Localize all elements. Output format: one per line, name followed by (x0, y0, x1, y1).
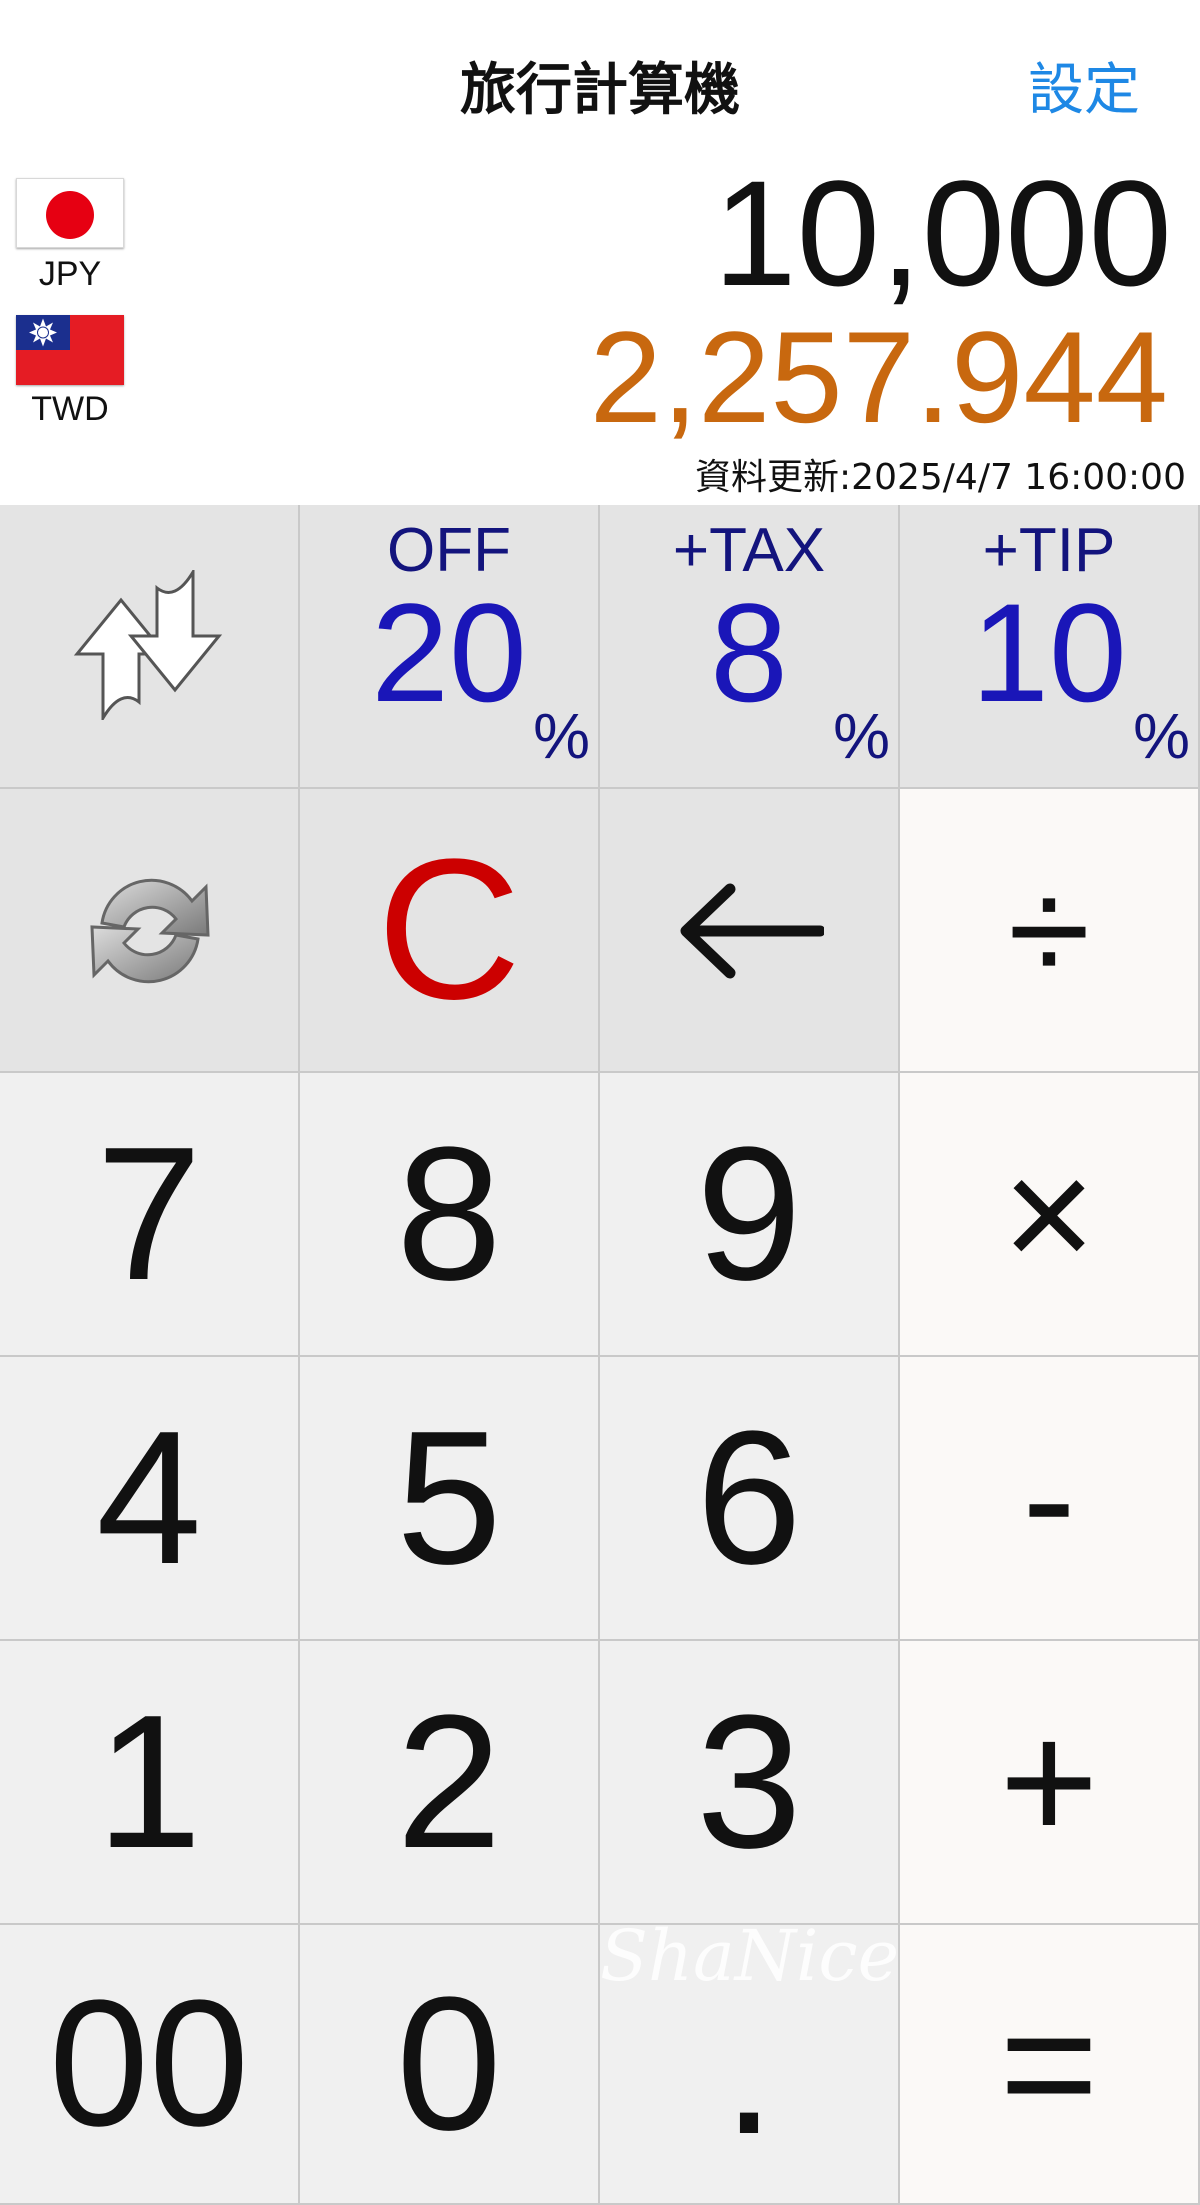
digit-label: 7 (96, 1108, 202, 1320)
clear-label: C (376, 818, 522, 1041)
plus-button[interactable]: + (900, 1641, 1200, 1925)
clear-button[interactable]: C (300, 789, 600, 1073)
percent-sign: % (533, 700, 590, 772)
digit-label: 1 (96, 1676, 202, 1888)
digit-9-button[interactable]: 9 (600, 1073, 900, 1357)
from-currency-code[interactable]: JPY (0, 255, 140, 294)
digit-8-button[interactable]: 8 (300, 1073, 600, 1357)
input-amount: 10,000 (713, 149, 1172, 317)
divide-button[interactable]: ÷ (900, 789, 1200, 1073)
digit-label: 3 (696, 1676, 802, 1888)
digit-label: 2 (396, 1676, 502, 1888)
digit-label: 0 (396, 1958, 502, 2170)
digit-label: 4 (96, 1392, 202, 1604)
double-zero-button[interactable]: 00 (0, 1925, 300, 2205)
page-title: 旅行計算機 (460, 58, 740, 123)
taiwan-flag-icon[interactable] (16, 315, 124, 385)
multiply-button[interactable]: × (900, 1073, 1200, 1357)
plus-label: + (999, 1687, 1099, 1877)
swap-currency-button[interactable] (0, 505, 300, 789)
digit-6-button[interactable]: 6 (600, 1357, 900, 1641)
double-zero-label: 00 (48, 1963, 250, 2164)
digit-5-button[interactable]: 5 (300, 1357, 600, 1641)
backspace-arrow-icon (680, 883, 824, 979)
digit-7-button[interactable]: 7 (0, 1073, 300, 1357)
swap-arrows-icon (73, 570, 223, 720)
refresh-icon (90, 878, 210, 984)
digit-label: 5 (396, 1392, 502, 1604)
digit-3-button[interactable]: 3 (600, 1641, 900, 1925)
digit-2-button[interactable]: 2 (300, 1641, 600, 1925)
backspace-button[interactable] (600, 789, 900, 1073)
percent-sign: % (833, 700, 890, 772)
decimal-point-button[interactable]: . (600, 1925, 900, 2205)
equals-label: = (999, 1969, 1099, 2159)
minus-label: - (1022, 1408, 1076, 1587)
refresh-rate-button[interactable] (0, 789, 300, 1073)
minus-button[interactable]: - (900, 1357, 1200, 1641)
japan-flag-icon[interactable] (16, 178, 124, 248)
digit-label: 8 (396, 1108, 502, 1320)
digit-1-button[interactable]: 1 (0, 1641, 300, 1925)
converted-amount: 2,257.944 (589, 304, 1168, 450)
discount-button[interactable]: OFF 20 % (300, 505, 600, 789)
digit-label: 9 (696, 1108, 802, 1320)
multiply-label: × (1002, 1124, 1096, 1303)
digit-4-button[interactable]: 4 (0, 1357, 300, 1641)
settings-button[interactable]: 設定 (1028, 45, 1140, 126)
to-currency-code[interactable]: TWD (0, 390, 140, 429)
tax-button[interactable]: +TAX 8 % (600, 505, 900, 789)
tip-button[interactable]: +TIP 10 % (900, 505, 1200, 789)
digit-0-button[interactable]: 0 (300, 1925, 600, 2205)
divide-label: ÷ (1007, 846, 1091, 1014)
digit-label: 6 (696, 1392, 802, 1604)
equals-button[interactable]: = (900, 1925, 1200, 2205)
decimal-label: . (722, 1962, 776, 2174)
rate-update-time: 資料更新:2025/4/7 16:00:00 (695, 457, 1186, 498)
percent-sign: % (1133, 700, 1190, 772)
nav-bar: 旅行計算機 設定 (0, 0, 1200, 165)
